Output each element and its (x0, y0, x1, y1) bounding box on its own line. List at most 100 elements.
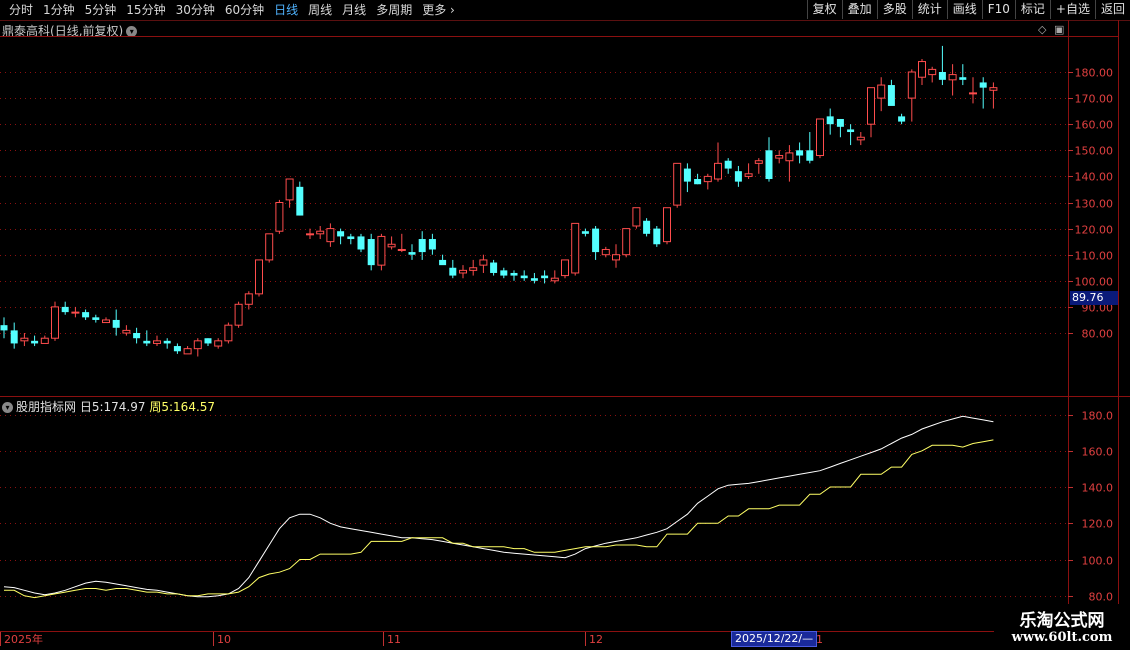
sub-tick-label: 140.0 (1082, 482, 1114, 495)
candle-body-up (387, 243, 396, 248)
candle-body-down (296, 186, 304, 216)
period-tab-0[interactable]: 分时 (4, 2, 38, 18)
toolbar-buttons: 复权 叠加 多股 统计 画线 F10 标记 +自选 返回 (806, 0, 1130, 19)
candle-body-down (826, 116, 834, 125)
candle-body-down (449, 267, 457, 276)
main-tick-label: 110.00 (1075, 250, 1114, 263)
candle-body-up (285, 178, 294, 201)
candle-body-down (439, 259, 447, 266)
candle-body-up (193, 340, 202, 350)
candle-body-down (836, 118, 844, 127)
candle-body-down (887, 85, 895, 106)
candle-body-up (20, 337, 29, 342)
candle-body-down (82, 312, 90, 318)
candle-body-up (816, 118, 824, 157)
period-tab-4[interactable]: 30分钟 (171, 2, 220, 18)
chevron-down-icon[interactable]: ▾ (126, 26, 138, 37)
candle-body-up (601, 248, 610, 256)
stock-chart[interactable]: 80.0090.00100.00110.00120.00130.00140.00… (0, 0, 1130, 650)
candle-body-down (112, 319, 120, 328)
candle-body-up (234, 303, 243, 326)
candle-body-down (592, 228, 600, 253)
candle-body-up (275, 202, 284, 232)
period-tab-1[interactable]: 1分钟 (38, 2, 80, 18)
main-tick-label: 100.00 (1075, 276, 1114, 289)
main-tick-label: 180.00 (1075, 67, 1114, 80)
toolbar-button-6[interactable]: 标记 (1014, 0, 1050, 19)
period-tab-2[interactable]: 5分钟 (80, 2, 122, 18)
chart-mode: (日线,前复权) (50, 24, 124, 38)
w5-label: 周5: (149, 400, 174, 414)
watermark-url: www.60lt.com (1011, 630, 1113, 645)
period-tab-10[interactable]: 更多 › (417, 2, 460, 18)
candle-body-up (989, 87, 998, 91)
main-tick-label: 130.00 (1075, 198, 1114, 211)
candle-body-up (918, 61, 926, 78)
candle-body-down (734, 171, 742, 182)
sub-tick-label: 160.0 (1082, 446, 1114, 459)
candle-body-down (520, 275, 528, 279)
candle-body-down (581, 231, 589, 234)
candle-body-up (969, 92, 977, 95)
candle-body-down (510, 272, 518, 276)
diamond-icon[interactable]: ◇ (1038, 23, 1046, 36)
candle-body-up (714, 162, 722, 180)
sub-tick-label: 80.0 (1089, 591, 1114, 604)
period-tab-9[interactable]: 多周期 (371, 2, 417, 18)
toolbar-button-5[interactable]: F10 (981, 0, 1015, 19)
toolbar-button-8[interactable]: 返回 (1094, 0, 1130, 19)
sub-tick-label: 100.0 (1082, 555, 1114, 568)
candle-body-up (612, 254, 620, 261)
candle-body-down (357, 236, 365, 250)
candle-body-down (133, 333, 141, 339)
candle-body-up (244, 293, 253, 305)
chevron-down-icon[interactable]: ▾ (2, 402, 13, 413)
candle-body-up (479, 259, 488, 266)
period-tab-6[interactable]: 日线 (269, 2, 303, 18)
candle-body-up (265, 233, 274, 261)
d5-value: 174.97 (103, 400, 146, 414)
candle-body-up (550, 277, 559, 282)
panel-toggle-icon[interactable]: ▣ (1054, 23, 1064, 36)
candle-body-up (754, 160, 763, 164)
toolbar-button-7[interactable]: +自选 (1049, 0, 1095, 19)
period-tab-7[interactable]: 周线 (303, 2, 337, 18)
candle-body-up (948, 74, 957, 81)
toolbar-button-3[interactable]: 统计 (911, 0, 947, 19)
x-axis-label: 12 (589, 633, 603, 646)
toolbar-button-0[interactable]: 复权 (806, 0, 842, 19)
current-price-tag: 89.76 (1070, 291, 1118, 305)
toolbar-button-4[interactable]: 画线 (946, 0, 982, 19)
cursor-date-tag: 2025/12/22/— (731, 631, 818, 647)
candle-body-down (163, 340, 171, 344)
period-tab-3[interactable]: 15分钟 (121, 2, 170, 18)
toolbar-button-1[interactable]: 叠加 (841, 0, 877, 19)
sub-tick-label: 120.0 (1082, 518, 1114, 531)
toolbar-button-2[interactable]: 多股 (876, 0, 912, 19)
period-tab-5[interactable]: 60分钟 (220, 2, 269, 18)
candle-body-up (928, 68, 937, 76)
candle-body-up (153, 340, 161, 344)
candle-body-down (10, 330, 18, 344)
candle-body-up (877, 84, 886, 99)
stock-name: 鼎泰高科 (2, 24, 51, 38)
w5-value: 164.57 (173, 400, 216, 414)
candle-body-down (418, 239, 426, 253)
candle-body-up (785, 152, 794, 162)
candle-body-up (632, 207, 641, 227)
period-tab-8[interactable]: 月线 (337, 2, 371, 18)
candle-body-down (337, 231, 345, 237)
candle-body-up (673, 162, 682, 206)
side-panel-strip (1118, 40, 1130, 390)
period-toolbar: 分时 1分钟 5分钟 15分钟 30分钟 60分钟 日线 周线 月线 多周期 更多 › 复权 叠加 多股… (0, 0, 1130, 21)
candle-body-up (775, 155, 784, 159)
watermark: 乐淘公式网 www.60lt.com (994, 604, 1130, 650)
candle-body-up (183, 348, 192, 355)
candle-body-up (397, 248, 406, 251)
candle-body-down (847, 129, 855, 133)
candle-body-up (907, 71, 916, 99)
candle-body-up (214, 340, 223, 347)
candle-body-down (938, 72, 946, 80)
candle-body-up (867, 87, 875, 125)
candle-body-down (541, 275, 549, 279)
